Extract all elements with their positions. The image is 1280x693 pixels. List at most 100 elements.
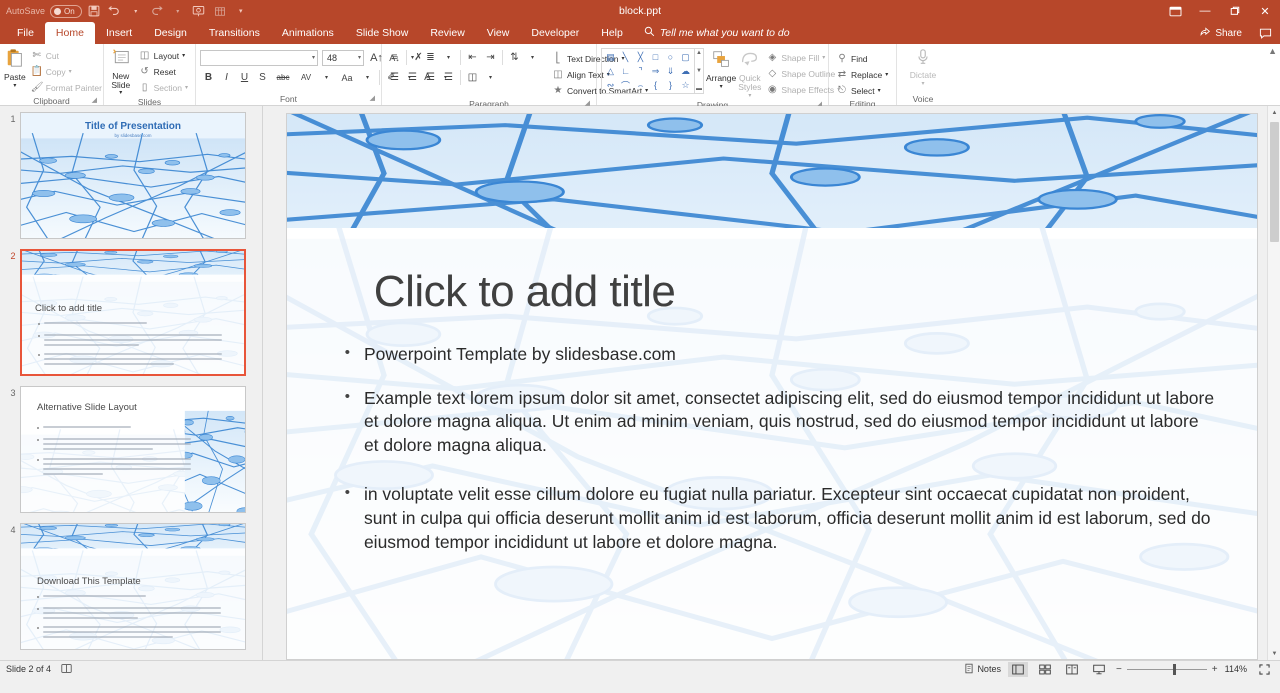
character-spacing-dropdown-icon[interactable]: ▾: [318, 69, 335, 86]
share-button[interactable]: Share: [1191, 22, 1250, 44]
shape-textbox-icon[interactable]: ▤: [603, 50, 618, 64]
gallery-scroll-down-icon[interactable]: ▼: [696, 68, 702, 74]
save-icon[interactable]: [85, 2, 103, 20]
font-name-input[interactable]: ▾: [200, 50, 318, 66]
text-shadow-button[interactable]: S: [254, 69, 271, 86]
shape-oval-icon[interactable]: ○: [663, 50, 678, 64]
shape-line-icon[interactable]: ╲: [618, 50, 633, 64]
undo-dropdown-icon[interactable]: ▾: [127, 2, 145, 20]
slide-thumbnail-pane[interactable]: 1 Title of Presentation by slidesbase.co…: [0, 106, 263, 660]
paste-button[interactable]: Paste ▾: [4, 46, 26, 89]
restore-button[interactable]: [1220, 0, 1250, 22]
font-name-dropdown-icon[interactable]: ▾: [312, 54, 315, 61]
slide-bullet[interactable]: • Example text lorem ipsum dolor sit ame…: [345, 387, 1218, 458]
tab-view[interactable]: View: [476, 22, 521, 44]
strikethrough-button[interactable]: abc: [272, 69, 294, 86]
autosave-toggle[interactable]: On: [50, 5, 82, 18]
dictate-dropdown-icon[interactable]: ▾: [921, 81, 924, 87]
gallery-more-icon[interactable]: ▬: [696, 86, 702, 92]
columns-button[interactable]: ◫: [464, 69, 481, 86]
shape-freeform-icon[interactable]: ∾: [603, 78, 618, 92]
shape-left-brace-icon[interactable]: {: [648, 78, 663, 92]
align-left-button[interactable]: ☰: [386, 69, 403, 86]
start-presentation-icon[interactable]: [190, 2, 208, 20]
accessibility-icon[interactable]: [61, 663, 72, 676]
font-dialog-launcher[interactable]: ◢: [370, 93, 375, 105]
shape-arc-icon[interactable]: ⌢: [633, 78, 648, 92]
italic-button[interactable]: I: [218, 69, 235, 86]
tab-home[interactable]: Home: [45, 22, 95, 44]
shape-arrow-icon[interactable]: ╳: [633, 50, 648, 64]
zoom-slider[interactable]: − +: [1116, 664, 1218, 675]
thumbnail-item-3[interactable]: 3 Alternative Slide Layout: [0, 386, 262, 523]
shape-right-brace-icon[interactable]: }: [663, 78, 678, 92]
minimize-button[interactable]: —: [1190, 0, 1220, 22]
slide-bullet[interactable]: • in voluptate velit esse cillum dolore …: [345, 483, 1218, 554]
replace-dropdown-icon[interactable]: ▾: [885, 71, 888, 78]
thumbnail-item-4[interactable]: 4 Download This Template: [0, 523, 262, 660]
tell-me-search[interactable]: Tell me what you want to do: [634, 22, 800, 44]
close-button[interactable]: ✕: [1250, 0, 1280, 22]
zoom-out-button[interactable]: −: [1116, 664, 1122, 675]
fit-slide-to-window-button[interactable]: [1254, 662, 1274, 677]
shape-fill-dropdown-icon[interactable]: ▾: [822, 54, 825, 61]
tab-help[interactable]: Help: [590, 22, 634, 44]
thumbnail-slide-4[interactable]: Download This Template: [20, 523, 246, 650]
zoom-level[interactable]: 114%: [1225, 664, 1247, 674]
gallery-scroll-up-icon[interactable]: ▲: [696, 50, 702, 56]
line-spacing-button[interactable]: ⇅: [506, 49, 523, 66]
font-size-input[interactable]: 48 ▾: [322, 50, 364, 66]
shape-down-arrow-icon[interactable]: ⇓: [663, 64, 678, 78]
decrease-indent-button[interactable]: ⇤: [464, 49, 481, 66]
dictate-button[interactable]: Dictate ▾: [903, 46, 943, 87]
customize-qat-icon[interactable]: ▾: [232, 2, 250, 20]
select-dropdown-icon[interactable]: ▾: [878, 87, 881, 94]
arrange-button[interactable]: Arrange ▾: [706, 48, 736, 90]
shape-star-icon[interactable]: ☆: [678, 78, 693, 92]
thumbnail-item-1[interactable]: 1 Title of Presentation by slidesbase.co…: [0, 112, 262, 249]
layout-dropdown-icon[interactable]: ▾: [182, 52, 185, 59]
redo-dropdown-icon[interactable]: ▾: [169, 2, 187, 20]
justify-button[interactable]: ☰: [440, 69, 457, 86]
zoom-knob[interactable]: [1173, 664, 1176, 675]
tab-file[interactable]: File: [6, 22, 45, 44]
find-button[interactable]: ⚲ Find: [833, 51, 891, 66]
reset-button[interactable]: ↺ Reset: [136, 64, 191, 79]
shape-curve-icon[interactable]: ⌒: [618, 78, 633, 92]
shape-triangle-icon[interactable]: △: [603, 64, 618, 78]
tab-design[interactable]: Design: [143, 22, 198, 44]
reading-view-button[interactable]: [1062, 662, 1082, 677]
zoom-in-button[interactable]: +: [1212, 664, 1218, 675]
shape-connector-icon[interactable]: ⌝: [633, 64, 648, 78]
select-button[interactable]: ⎋ Select ▾: [833, 83, 891, 98]
slide-body-placeholder[interactable]: • Powerpoint Template by slidesbase.com …: [345, 343, 1218, 574]
tab-slide-show[interactable]: Slide Show: [345, 22, 420, 44]
redo-icon[interactable]: [148, 2, 166, 20]
layout-button[interactable]: ◫ Layout ▾: [136, 48, 191, 63]
replace-button[interactable]: ⇄ Replace ▾: [833, 67, 891, 82]
shapes-gallery[interactable]: ▤ ╲ ╳ □ ○ ▢ △ ∟ ⌝ ⇒ ⇓ ☁ ∾ ⌒ ⌢ { }: [601, 48, 695, 94]
tab-review[interactable]: Review: [419, 22, 475, 44]
paste-dropdown-icon[interactable]: ▾: [13, 83, 16, 89]
scroll-up-icon[interactable]: ▲: [1268, 106, 1280, 119]
slide-show-view-button[interactable]: [1089, 662, 1109, 677]
tab-animations[interactable]: Animations: [271, 22, 345, 44]
thumbnail-slide-1[interactable]: Title of Presentation by slidesbase.com: [20, 112, 246, 239]
cut-button[interactable]: ✄ Cut: [28, 48, 105, 63]
font-size-dropdown-icon[interactable]: ▾: [358, 54, 361, 61]
underline-button[interactable]: U: [236, 69, 253, 86]
line-spacing-dropdown-icon[interactable]: ▾: [524, 49, 541, 66]
table-icon[interactable]: [211, 2, 229, 20]
bold-button[interactable]: B: [200, 69, 217, 86]
new-slide-button[interactable]: NewSlide ▾: [108, 46, 134, 96]
tab-developer[interactable]: Developer: [520, 22, 590, 44]
ribbon-display-options-icon[interactable]: [1160, 0, 1190, 22]
copy-dropdown-icon[interactable]: ▾: [69, 68, 72, 75]
increase-indent-button[interactable]: ⇥: [482, 49, 499, 66]
slide-sorter-view-button[interactable]: [1035, 662, 1055, 677]
notes-button[interactable]: Notes: [964, 663, 1001, 676]
tab-transitions[interactable]: Transitions: [198, 22, 271, 44]
arrange-dropdown-icon[interactable]: ▾: [720, 84, 723, 90]
thumbnail-item-2[interactable]: 2 Click to add title: [0, 249, 262, 386]
character-spacing-button[interactable]: AV: [295, 69, 317, 86]
